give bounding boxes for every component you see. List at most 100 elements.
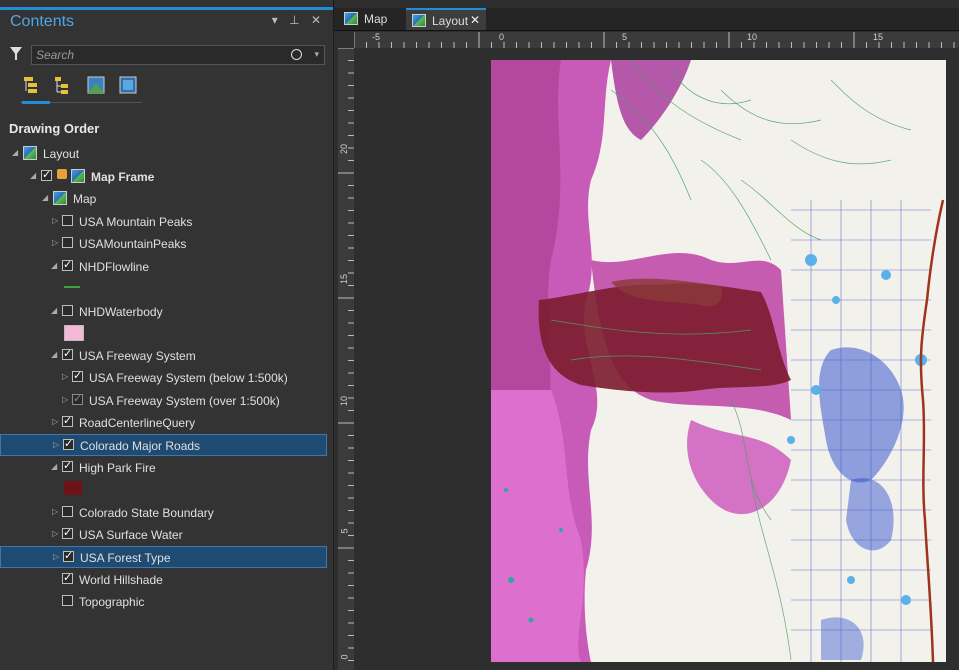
- chevron-down-icon[interactable]: ▾: [314, 49, 319, 60]
- tree-item-label: RoadCenterlineQuery: [79, 416, 196, 430]
- expand-arrow-icon[interactable]: ◢: [42, 193, 50, 202]
- visibility-checkbox[interactable]: ✓: [63, 439, 74, 450]
- tree-item-label: USA Surface Water: [79, 528, 183, 542]
- visibility-checkbox[interactable]: [62, 506, 73, 517]
- ruler-label: 0: [339, 654, 350, 660]
- tree-item-layer-selected[interactable]: ▷ ✓ Colorado Major Roads: [0, 434, 327, 456]
- visibility-checkbox[interactable]: ✓: [62, 416, 73, 427]
- expand-arrow-icon[interactable]: ◢: [12, 148, 20, 157]
- tree-item-label: USAMountainPeaks: [79, 237, 187, 251]
- visibility-checkbox[interactable]: [62, 237, 73, 248]
- ruler-label: 15: [873, 32, 884, 42]
- tree-item-label: USA Forest Type: [80, 551, 171, 565]
- expand-arrow-icon[interactable]: ◢: [30, 171, 38, 180]
- close-icon[interactable]: ✕: [470, 13, 480, 27]
- visibility-checkbox[interactable]: ✓: [62, 260, 73, 271]
- visibility-checkbox[interactable]: ✓: [62, 528, 73, 539]
- tree-item-label: USA Freeway System: [79, 349, 196, 363]
- collapse-arrow-icon[interactable]: ▷: [52, 417, 60, 426]
- filter-icon-stem: [15, 54, 17, 60]
- visibility-checkbox[interactable]: ✓: [62, 349, 73, 360]
- tree-item-map[interactable]: ◢ Map: [0, 188, 327, 210]
- collapse-arrow-icon[interactable]: ▷: [52, 238, 60, 247]
- lock-icon[interactable]: [57, 169, 67, 179]
- ruler-label: 10: [747, 32, 758, 42]
- pane-accent-line: [0, 7, 333, 10]
- collapse-arrow-icon[interactable]: ▷: [53, 552, 61, 561]
- layout-page[interactable]: [491, 60, 946, 662]
- tree-item-label: World Hillshade: [79, 573, 163, 587]
- expand-arrow-icon[interactable]: ◢: [51, 350, 59, 359]
- tree-item-label: USA Freeway System (over 1:500k): [89, 394, 280, 408]
- list-by-selection-icon[interactable]: [86, 75, 106, 95]
- collapse-arrow-icon[interactable]: ▷: [53, 440, 61, 449]
- tree-item-label: Map: [73, 192, 97, 206]
- tree-item-label: High Park Fire: [79, 461, 156, 475]
- view-tabbar: Map Layout ✕: [334, 8, 959, 31]
- tab-label: Map: [364, 12, 388, 26]
- search-icon[interactable]: [291, 49, 302, 60]
- ruler-label: 15: [339, 273, 350, 285]
- visibility-checkbox[interactable]: [62, 305, 73, 316]
- collapse-arrow-icon[interactable]: ▷: [52, 507, 60, 516]
- tree-item-layer[interactable]: ✓ World Hillshade: [0, 569, 327, 591]
- tree-item-label: Topographic: [79, 595, 145, 609]
- visibility-checkbox[interactable]: ✓: [63, 551, 74, 562]
- visibility-checkbox[interactable]: [62, 595, 73, 606]
- visibility-checkbox[interactable]: ✓: [41, 170, 52, 181]
- collapse-arrow-icon[interactable]: ▷: [62, 372, 70, 381]
- tree-item-label: NHDFlowline: [79, 260, 150, 274]
- tree-item-layer[interactable]: ▷ Colorado State Boundary: [0, 502, 327, 524]
- tree-item-label: NHDWaterbody: [79, 305, 163, 319]
- tree-item-layer[interactable]: ▷ ✓ RoadCenterlineQuery: [0, 412, 327, 434]
- tab-map[interactable]: Map: [338, 8, 396, 30]
- tree-item-label: Layout: [43, 147, 80, 161]
- tree-item-layer[interactable]: ◢ ✓ NHDFlowline: [0, 256, 327, 278]
- tree-item-layer[interactable]: Topographic: [0, 591, 327, 613]
- visibility-checkbox[interactable]: ✓: [72, 394, 83, 405]
- flowline-symbol[interactable]: [64, 286, 80, 288]
- visibility-checkbox[interactable]: ✓: [62, 573, 73, 584]
- search-input[interactable]: [32, 46, 280, 64]
- pane-controls[interactable]: ▾ ⊥ ✕: [272, 13, 325, 27]
- expand-arrow-icon[interactable]: ◢: [51, 462, 59, 471]
- collapse-arrow-icon[interactable]: ▷: [62, 395, 70, 404]
- tree-item-layer[interactable]: ▷ USAMountainPeaks: [0, 233, 327, 255]
- map-frame-canvas[interactable]: [491, 60, 946, 662]
- tree-item-layout[interactable]: ◢ Layout: [0, 143, 327, 165]
- tree-item-layer[interactable]: ▷ ✓ USA Surface Water: [0, 524, 327, 546]
- search-box[interactable]: ▾: [31, 45, 325, 65]
- visibility-checkbox[interactable]: ✓: [72, 371, 83, 382]
- visibility-checkbox[interactable]: ✓: [62, 461, 73, 472]
- vertical-ruler[interactable]: 20 15 10 5 0: [338, 48, 354, 670]
- layout-icon: [23, 146, 37, 160]
- layout-icon: [412, 14, 426, 27]
- tree-item-layer[interactable]: ◢ NHDWaterbody: [0, 301, 327, 323]
- layout-view[interactable]: Map Layout ✕ -5 0 5 10 15 20 15 10 5 0: [334, 0, 959, 670]
- tab-label: Layout: [432, 14, 469, 28]
- list-by-editing-icon[interactable]: [118, 75, 138, 95]
- tree-item-layer[interactable]: ◢ ✓ High Park Fire: [0, 457, 327, 479]
- map-icon: [53, 191, 67, 205]
- collapse-arrow-icon[interactable]: ▷: [52, 529, 60, 538]
- collapse-arrow-icon[interactable]: ▷: [52, 216, 60, 225]
- visibility-checkbox[interactable]: [62, 215, 73, 226]
- fire-symbol[interactable]: [64, 481, 82, 495]
- waterbody-symbol[interactable]: [64, 325, 84, 341]
- list-by-drawing-order-icon[interactable]: [22, 75, 42, 95]
- tree-item-layer[interactable]: ◢ ✓ USA Freeway System: [0, 345, 327, 367]
- list-by-data-source-icon[interactable]: [52, 75, 72, 95]
- view-tab-active-indicator: [22, 101, 50, 104]
- ruler-label: 5: [622, 32, 628, 42]
- tree-item-sublayer[interactable]: ▷ ✓ USA Freeway System (below 1:500k): [0, 367, 327, 389]
- tree-item-map-frame[interactable]: ◢ ✓ Map Frame: [0, 166, 327, 188]
- horizontal-ruler[interactable]: -5 0 5 10 15: [354, 32, 959, 48]
- tree-item-sublayer[interactable]: ▷ ✓ USA Freeway System (over 1:500k): [0, 390, 327, 412]
- expand-arrow-icon[interactable]: ◢: [51, 306, 59, 315]
- tree-item-layer-selected[interactable]: ▷ ✓ USA Forest Type: [0, 546, 327, 568]
- pane-title: Contents: [10, 13, 75, 30]
- expand-arrow-icon[interactable]: ◢: [51, 261, 59, 270]
- tree-item-layer[interactable]: ▷ USA Mountain Peaks: [0, 211, 327, 233]
- tab-layout[interactable]: Layout ✕: [406, 8, 486, 30]
- ruler-label: -5: [372, 32, 381, 42]
